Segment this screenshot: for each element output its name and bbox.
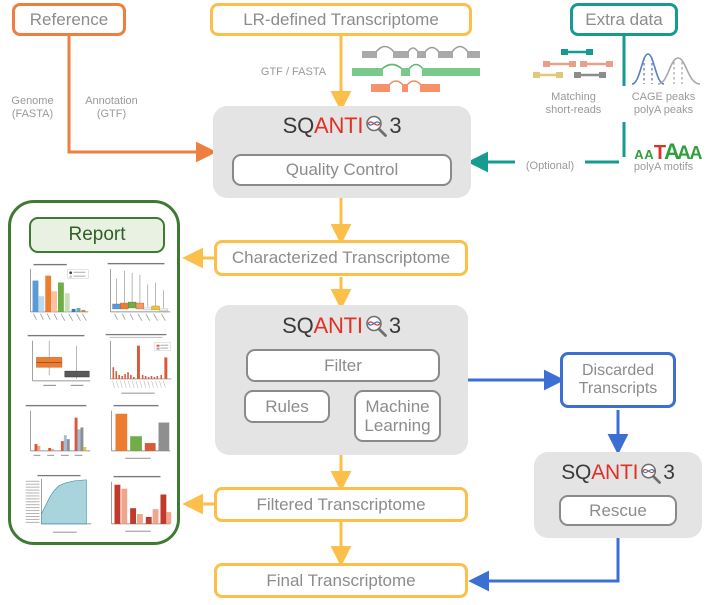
tag-polya-motifs: polyA motifs — [619, 157, 708, 177]
logo-three-text: 3 — [389, 113, 402, 138]
tag-gtf-fasta-label: GTF / FASTA — [260, 65, 327, 78]
logo-anti-text: ANTI — [313, 313, 364, 338]
report-thumb-qc-attributes[interactable] — [19, 402, 95, 469]
step-quality-control[interactable]: Quality Control — [232, 154, 452, 186]
node-discarded-transcripts-line1: Discarded — [581, 362, 655, 380]
logo-sq-text: SQ — [282, 313, 314, 338]
report-thumbnail-grid — [19, 261, 175, 539]
step-machine-learning-line1: Machine — [365, 396, 430, 416]
node-final-transcriptome-label: Final Transcriptome — [266, 570, 416, 590]
report-thumb-gene-expression-fsm-ism[interactable] — [19, 331, 95, 398]
magnifier-icon — [366, 315, 387, 337]
report-panel[interactable]: Report — [8, 200, 180, 545]
node-lr-defined-transcriptome-label: LR-defined Transcriptome — [243, 9, 439, 29]
sqanti3-logo-rescue: SQ ANTI 3 — [534, 458, 702, 488]
tag-annotation-gtf-line1: Annotation — [85, 95, 138, 108]
report-thumb-distance-to-tts[interactable] — [99, 331, 175, 398]
node-discarded-transcripts[interactable]: Discarded Transcripts — [560, 352, 676, 408]
node-characterized-transcriptome[interactable]: Characterized Transcriptome — [214, 240, 468, 276]
step-rules-label: Rules — [265, 396, 309, 416]
logo-anti-text: ANTI — [591, 461, 639, 484]
logo-sq-text: SQ — [561, 461, 592, 484]
report-title-label: Report — [68, 224, 126, 245]
logo-three-text: 3 — [388, 313, 401, 338]
report-thumb-isoform-distribution[interactable] — [19, 261, 95, 328]
node-characterized-transcriptome-label: Characterized Transcriptome — [231, 248, 451, 268]
node-extra-data-label: Extra data — [585, 9, 663, 29]
tag-matching-short-reads-line2: short-reads — [545, 104, 602, 116]
step-quality-control-label: Quality Control — [285, 160, 399, 180]
step-rescue-label: Rescue — [589, 500, 647, 520]
tag-genome-fasta-line1: Genome — [11, 95, 54, 108]
step-filter-label: Filter — [324, 355, 362, 375]
cage-peaks-illustration — [631, 53, 701, 85]
tag-polya-peaks-line2: polyA peaks — [633, 104, 694, 116]
tag-genome-fasta-line2: (FASTA) — [11, 108, 54, 120]
workflow-diagram: Reference LR-defined Transcriptome Extra… — [0, 0, 708, 605]
tag-gtf-fasta: GTF / FASTA — [252, 61, 335, 83]
tag-matching-short-reads: Matching short-reads — [529, 86, 618, 122]
step-rules[interactable]: Rules — [244, 390, 330, 423]
tag-optional: (Optional) — [515, 156, 585, 177]
step-filter[interactable]: Filter — [246, 349, 440, 382]
logo-sq-text: SQ — [282, 113, 315, 138]
tag-cage-polya-peaks: CAGE peaks polyA peaks — [619, 86, 708, 122]
node-filtered-transcriptome[interactable]: Filtered Transcriptome — [214, 487, 468, 522]
magnifier-icon — [366, 115, 388, 137]
report-title: Report — [29, 217, 165, 253]
svg-text:A: A — [690, 143, 703, 160]
node-reference-label: Reference — [29, 9, 109, 29]
node-extra-data[interactable]: Extra data — [570, 3, 678, 36]
sqanti3-logo-filter: SQ ANTI 3 — [215, 310, 468, 342]
step-machine-learning[interactable]: Machine Learning — [354, 390, 441, 442]
node-lr-defined-transcriptome[interactable]: LR-defined Transcriptome — [210, 3, 472, 36]
report-thumb-exon-counts[interactable] — [99, 261, 175, 328]
node-reference[interactable]: Reference — [12, 3, 126, 36]
svg-text:A: A — [644, 147, 654, 160]
short-reads-illustration — [533, 49, 613, 78]
svg-text:A: A — [634, 147, 644, 160]
tag-polya-motifs-label: polyA motifs — [633, 160, 694, 173]
report-thumb-cumulative-distribution[interactable] — [19, 472, 95, 539]
tag-genome-fasta: Genome (FASTA) — [2, 90, 63, 126]
tag-cage-peaks-line1: CAGE peaks — [631, 91, 696, 104]
polya-motif-logo-illustration: A A T A A A — [634, 139, 703, 160]
tag-annotation-gtf: Annotation (GTF) — [75, 90, 148, 126]
sqanti3-logo-qc: SQ ANTI 3 — [213, 110, 471, 142]
step-machine-learning-line2: Learning — [364, 416, 431, 435]
report-thumb-isoforms-per-gene[interactable] — [99, 402, 175, 469]
tag-matching-short-reads-line1: Matching — [551, 91, 596, 104]
logo-anti-text: ANTI — [314, 113, 364, 138]
tag-optional-label: (Optional) — [525, 160, 575, 173]
logo-three-text: 3 — [663, 461, 675, 484]
report-thumb-isoform-counts-per-gene[interactable] — [99, 472, 175, 539]
tag-annotation-gtf-line2: (GTF) — [96, 108, 127, 120]
magnifier-icon — [641, 463, 662, 484]
node-filtered-transcriptome-label: Filtered Transcriptome — [256, 494, 426, 514]
transcript-models-illustration — [352, 45, 480, 92]
node-discarded-transcripts-line2: Transcripts — [578, 380, 658, 397]
step-rescue[interactable]: Rescue — [559, 495, 677, 526]
node-final-transcriptome[interactable]: Final Transcriptome — [214, 563, 468, 598]
